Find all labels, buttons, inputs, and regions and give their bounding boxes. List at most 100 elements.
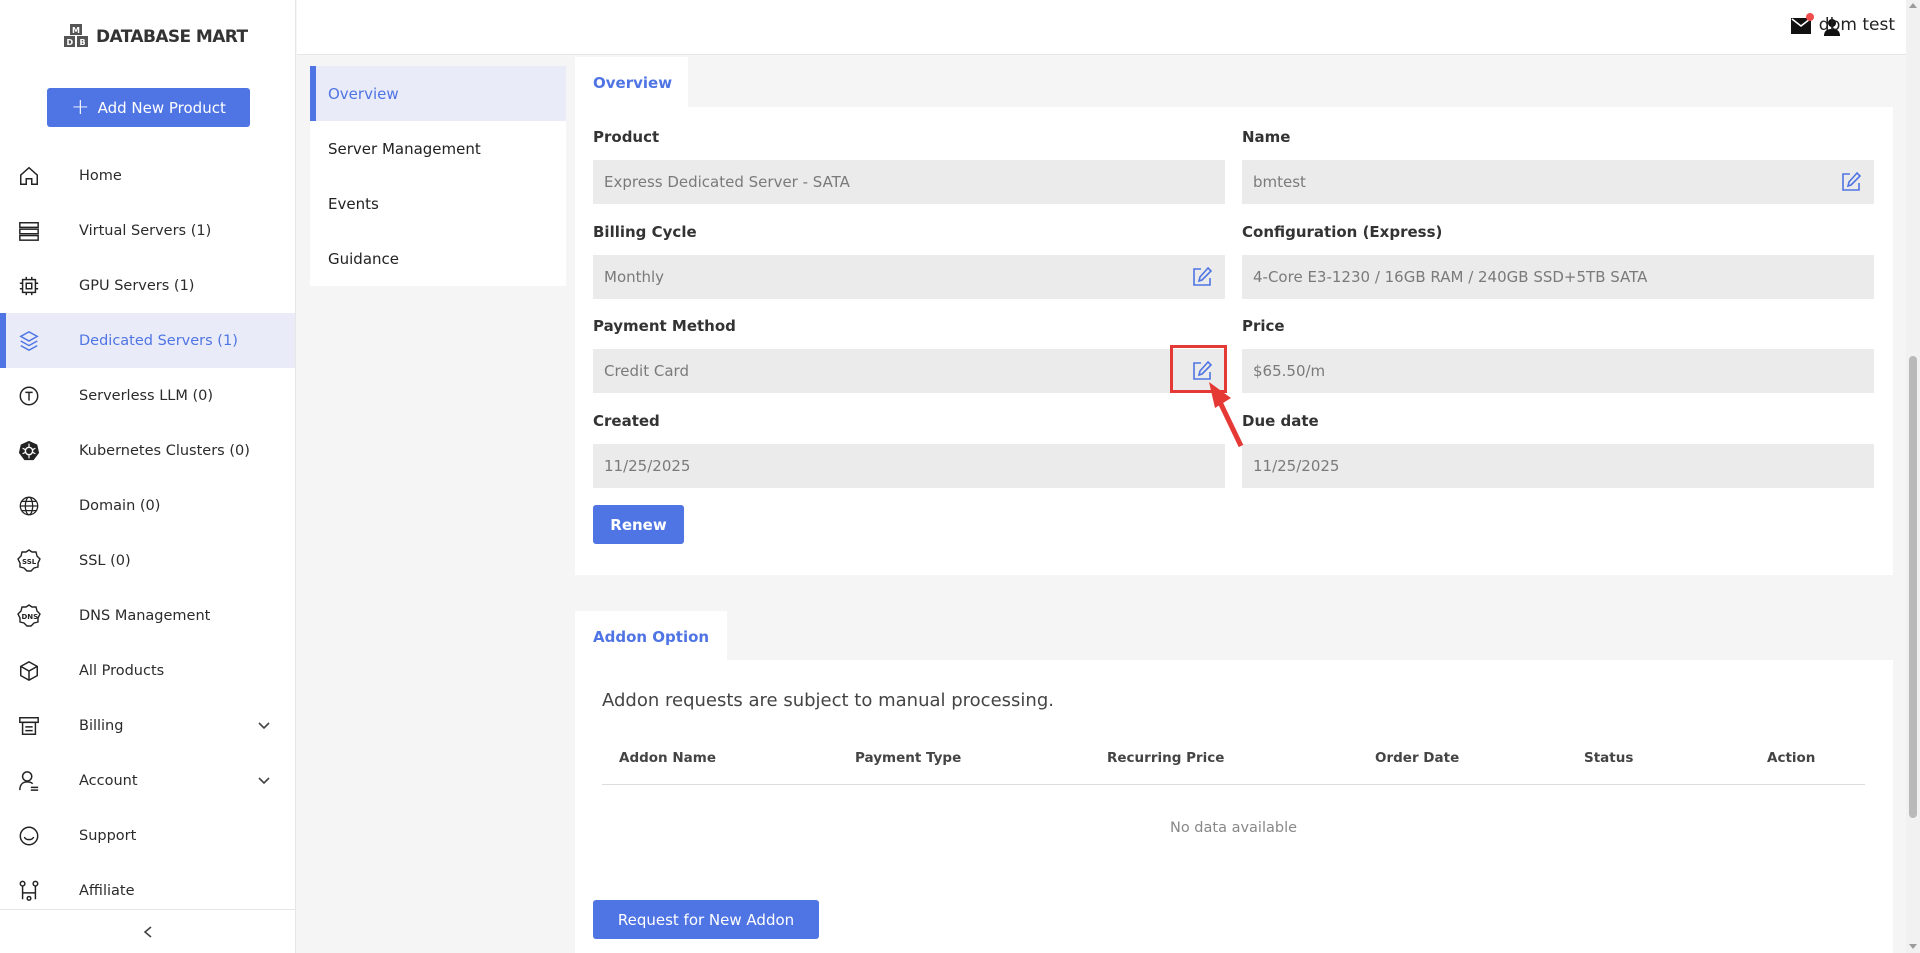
server-stack-icon xyxy=(17,219,41,243)
sidebar-item-kubernetes[interactable]: Kubernetes Clusters (0) xyxy=(0,423,295,478)
edit-name-icon[interactable] xyxy=(1840,171,1862,193)
due-date-value: 11/25/2025 xyxy=(1253,457,1340,475)
price-value: $65.50/m xyxy=(1253,362,1326,380)
col-order-date: Order Date xyxy=(1375,750,1460,766)
sidebar-item-label: Account xyxy=(79,772,138,789)
add-new-product-label: Add New Product xyxy=(97,98,226,117)
chevron-left-icon xyxy=(143,925,152,938)
printer-icon xyxy=(17,714,41,738)
sidebar-item-label: Kubernetes Clusters (0) xyxy=(79,442,250,459)
sidebar-item-label: Dedicated Servers (1) xyxy=(79,332,238,349)
sidebar-item-gpu-servers[interactable]: GPU Servers (1) xyxy=(0,258,295,313)
svg-text:SSL: SSL xyxy=(22,558,37,566)
sidebar-item-support[interactable]: Support xyxy=(0,808,295,863)
top-bar: dbm test xyxy=(297,0,1906,55)
helm-icon xyxy=(17,439,41,463)
sidebar-item-dedicated-servers[interactable]: Dedicated Servers (1) xyxy=(0,313,295,368)
addon-note: Addon requests are subject to manual pro… xyxy=(602,690,1054,711)
sidebar-item-label: DNS Management xyxy=(79,607,211,624)
support-icon xyxy=(17,824,41,848)
name-value: bmtest xyxy=(1253,173,1306,191)
sidebar-item-dns[interactable]: DNS DNS Management xyxy=(0,588,295,643)
plus-icon: + xyxy=(71,94,90,120)
page-scrollbar[interactable] xyxy=(1906,0,1920,953)
renew-button[interactable]: Renew xyxy=(593,505,684,544)
sidebar-item-account[interactable]: Account xyxy=(0,753,295,808)
sidebar-item-all-products[interactable]: All Products xyxy=(0,643,295,698)
box-icon xyxy=(17,659,41,683)
tab-overview[interactable]: Overview xyxy=(575,57,688,109)
chevron-down-icon xyxy=(258,721,270,729)
payment-method-field: Credit Card xyxy=(593,349,1225,393)
submenu-overview[interactable]: Overview xyxy=(310,66,566,121)
tab-addon-option[interactable]: Addon Option xyxy=(575,611,727,663)
sidebar-item-label: Virtual Servers (1) xyxy=(79,222,212,239)
sidebar-item-label: GPU Servers (1) xyxy=(79,277,195,294)
svg-text:M: M xyxy=(72,26,80,35)
due-date-label: Due date xyxy=(1242,412,1319,430)
sidebar-nav: Home Virtual Servers (1) GPU Servers (1)… xyxy=(0,148,295,918)
price-field: $65.50/m xyxy=(1242,349,1874,393)
table-header-divider xyxy=(602,784,1865,785)
col-action: Action xyxy=(1767,750,1816,766)
sidebar-item-label: Home xyxy=(79,167,122,184)
payment-method-value: Credit Card xyxy=(604,362,689,380)
svg-text:DNS: DNS xyxy=(22,613,39,621)
server-submenu: Overview Server Management Events Guidan… xyxy=(310,66,566,286)
sidebar-item-virtual-servers[interactable]: Virtual Servers (1) xyxy=(0,203,295,258)
logo[interactable]: M D B DATABASE MART xyxy=(62,22,248,52)
sidebar-item-domain[interactable]: Domain (0) xyxy=(0,478,295,533)
col-payment-type: Payment Type xyxy=(855,750,962,766)
annotation-arrow-icon xyxy=(1209,382,1244,448)
user-name[interactable]: dbm test xyxy=(1819,15,1895,35)
home-icon xyxy=(17,164,41,188)
payment-method-label: Payment Method xyxy=(593,317,736,335)
product-value: Express Dedicated Server - SATA xyxy=(604,173,850,191)
edit-billing-cycle-icon[interactable] xyxy=(1191,266,1213,288)
scroll-up-icon[interactable] xyxy=(1909,3,1917,8)
col-status: Status xyxy=(1584,750,1634,766)
configuration-field: 4-Core E3-1230 / 16GB RAM / 240GB SSD+5T… xyxy=(1242,255,1874,299)
chip-icon xyxy=(17,274,41,298)
sidebar-item-serverless-llm[interactable]: Serverless LLM (0) xyxy=(0,368,295,423)
svg-text:D: D xyxy=(67,38,74,47)
network-icon xyxy=(17,879,41,903)
ssl-badge-icon: SSL xyxy=(17,548,41,573)
configuration-label: Configuration (Express) xyxy=(1242,223,1443,241)
sidebar-item-label: Domain (0) xyxy=(79,497,161,514)
add-new-product-button[interactable]: + Add New Product xyxy=(47,88,250,127)
created-field: 11/25/2025 xyxy=(593,444,1225,488)
created-value: 11/25/2025 xyxy=(604,457,691,475)
configuration-value: 4-Core E3-1230 / 16GB RAM / 240GB SSD+5T… xyxy=(1253,268,1648,286)
submenu-server-management[interactable]: Server Management xyxy=(310,121,566,176)
cube-stack-icon xyxy=(17,329,41,353)
notification-badge xyxy=(1806,13,1814,21)
product-field: Express Dedicated Server - SATA xyxy=(593,160,1225,204)
sidebar-item-home[interactable]: Home xyxy=(0,148,295,203)
dns-badge-icon: DNS xyxy=(17,603,41,628)
sidebar-collapse-button[interactable] xyxy=(0,909,295,953)
empty-table-message: No data available xyxy=(1169,820,1298,836)
sidebar-item-label: Serverless LLM (0) xyxy=(79,387,214,404)
col-addon-name: Addon Name xyxy=(619,750,716,766)
t-circle-icon xyxy=(17,384,41,408)
name-label: Name xyxy=(1242,128,1291,146)
scrollbar-thumb[interactable] xyxy=(1909,356,1917,818)
sidebar-item-label: SSL (0) xyxy=(79,552,131,569)
scroll-down-icon[interactable] xyxy=(1909,944,1917,949)
logo-icon: M D B xyxy=(64,24,88,47)
globe-icon xyxy=(17,494,41,518)
sidebar: M D B DATABASE MART + Add New Product Ho… xyxy=(0,0,296,953)
created-label: Created xyxy=(593,412,660,430)
sidebar-item-ssl[interactable]: SSL SSL (0) xyxy=(0,533,295,588)
price-label: Price xyxy=(1242,317,1285,335)
due-date-field: 11/25/2025 xyxy=(1242,444,1874,488)
billing-cycle-value: Monthly xyxy=(604,268,665,286)
submenu-events[interactable]: Events xyxy=(310,176,566,231)
svg-text:B: B xyxy=(80,38,86,47)
sidebar-item-label: Support xyxy=(79,827,137,844)
submenu-guidance[interactable]: Guidance xyxy=(310,231,566,286)
sidebar-item-billing[interactable]: Billing xyxy=(0,698,295,753)
request-new-addon-button[interactable]: Request for New Addon xyxy=(593,900,819,939)
user-icon xyxy=(17,769,41,793)
